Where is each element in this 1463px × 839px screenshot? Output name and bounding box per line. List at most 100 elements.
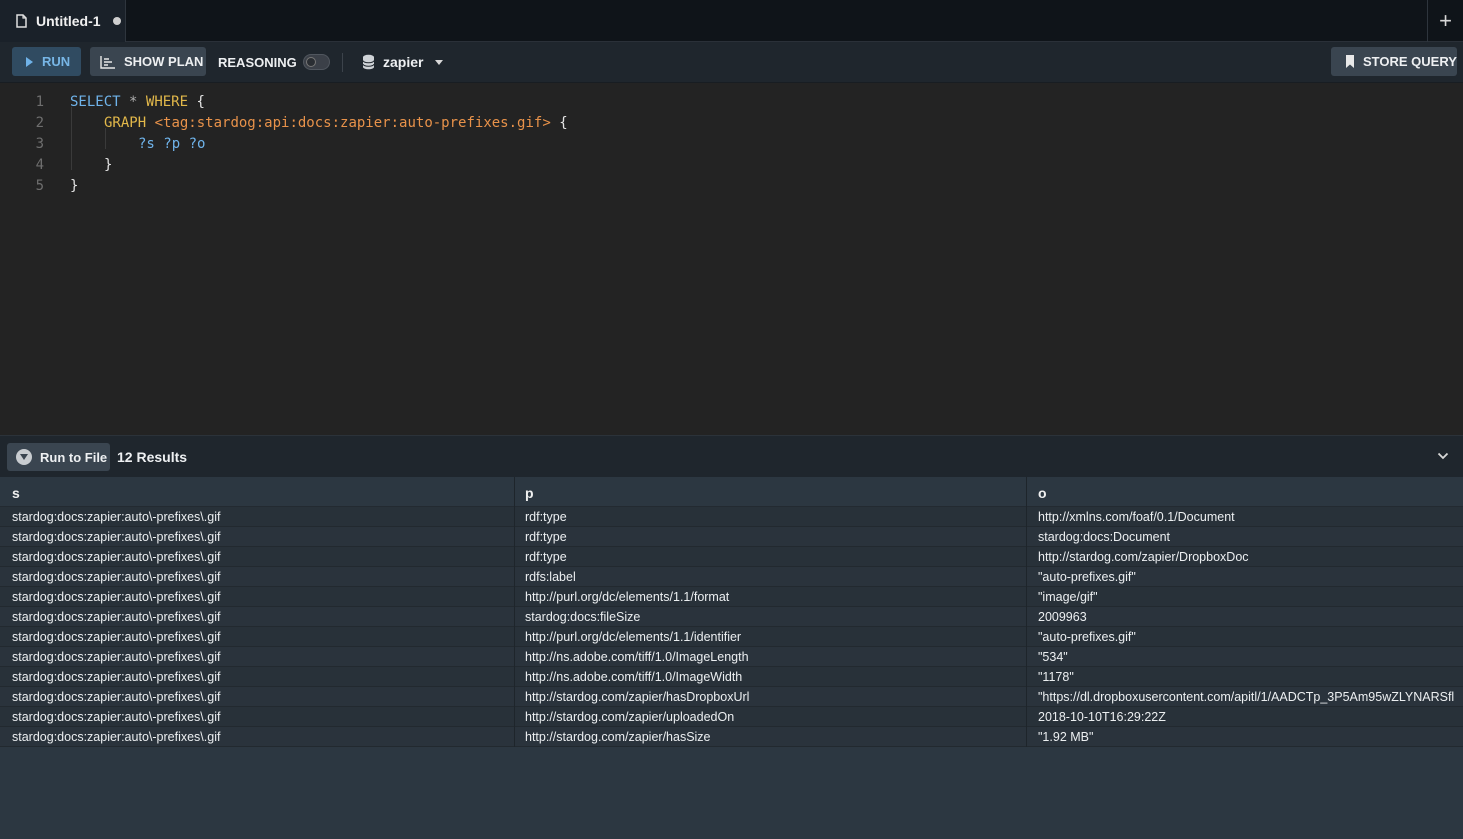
editor-line: 4 } <box>0 154 1463 175</box>
run-to-file-button[interactable]: Run to File <box>7 443 110 471</box>
column-header-s[interactable]: s <box>12 485 20 501</box>
table-cell: stardog:docs:fileSize <box>525 610 641 624</box>
editor-line: 2 GRAPH <tag:stardog:api:docs:zapier:aut… <box>0 112 1463 133</box>
table-cell: "auto-prefixes.gif" <box>1038 630 1136 644</box>
table-row[interactable]: stardog:docs:zapier:auto\-prefixes\.gif h… <box>0 687 1463 707</box>
table-cell: stardog:docs:zapier:auto\-prefixes\.gif <box>12 570 221 584</box>
table-row[interactable]: stardog:docs:zapier:auto\-prefixes\.gif r… <box>0 527 1463 547</box>
run-label: RUN <box>42 54 71 69</box>
editor-line: 3 ?s ?p ?o <box>0 133 1463 154</box>
table-cell: stardog:docs:Document <box>1038 530 1171 544</box>
table-cell: http://purl.org/dc/elements/1.1/format <box>525 590 730 604</box>
table-row[interactable]: stardog:docs:zapier:auto\-prefixes\.gif r… <box>0 567 1463 587</box>
unsaved-dot-icon <box>112 17 121 25</box>
chevron-down-icon[interactable] <box>1437 450 1449 462</box>
table-cell: "534" <box>1038 650 1068 664</box>
table-cell: stardog:docs:zapier:auto\-prefixes\.gif <box>12 630 221 644</box>
graph-iri: <tag:stardog:api:docs:zapier:auto-prefix… <box>154 115 551 131</box>
download-icon <box>16 449 32 465</box>
close-brace: } <box>70 178 79 194</box>
bookmark-icon <box>1346 55 1354 68</box>
database-icon <box>362 54 375 70</box>
reasoning-label: REASONING <box>218 55 297 70</box>
keyword-where: WHERE <box>145 94 189 110</box>
chevron-down-icon <box>435 59 444 65</box>
table-row[interactable]: stardog:docs:zapier:auto\-prefixes\.gif h… <box>0 587 1463 607</box>
table-cell: rdfs:label <box>525 570 576 584</box>
table-cell: "image/gif" <box>1038 590 1098 604</box>
database-select[interactable]: zapier <box>362 51 444 73</box>
table-row[interactable]: stardog:docs:zapier:auto\-prefixes\.gif h… <box>0 667 1463 687</box>
table-cell: stardog:docs:zapier:auto\-prefixes\.gif <box>12 710 221 724</box>
table-cell: stardog:docs:zapier:auto\-prefixes\.gif <box>12 590 221 604</box>
table-row[interactable]: stardog:docs:zapier:auto\-prefixes\.gif r… <box>0 547 1463 567</box>
results-count: 12 Results <box>117 449 188 465</box>
table-cell: http://stardog.com/zapier/hasDropboxUrl <box>525 690 750 704</box>
table-row[interactable]: stardog:docs:zapier:auto\-prefixes\.gif r… <box>0 507 1463 527</box>
table-cell: "1178" <box>1038 670 1074 684</box>
open-brace: { <box>559 115 568 131</box>
query-variables: ?s ?p ?o <box>138 136 206 152</box>
open-brace: { <box>196 94 205 110</box>
plan-icon <box>100 55 115 69</box>
table-cell: http://ns.adobe.com/tiff/1.0/ImageLength <box>525 650 749 664</box>
table-cell: rdf:type <box>525 550 567 564</box>
line-number: 4 <box>35 157 44 173</box>
show-plan-label: SHOW PLAN <box>124 54 204 69</box>
store-query-label: STORE QUERY <box>1363 54 1457 69</box>
table-header: s p o <box>0 477 1463 507</box>
run-button[interactable]: RUN <box>12 47 81 76</box>
reasoning-toggle[interactable] <box>303 54 330 70</box>
code-text: SELECT * WHERE { <box>70 94 205 110</box>
table-cell: rdf:type <box>525 510 567 524</box>
close-brace: } <box>104 157 113 173</box>
query-editor[interactable]: 1 SELECT * WHERE { 2 GRAPH <tag:stardog:… <box>0 83 1463 435</box>
keyword-graph: GRAPH <box>104 115 147 131</box>
column-header-o[interactable]: o <box>1038 485 1047 501</box>
line-number: 1 <box>35 94 44 110</box>
table-cell: stardog:docs:zapier:auto\-prefixes\.gif <box>12 650 221 664</box>
play-icon <box>26 56 33 67</box>
column-divider <box>514 477 515 747</box>
keyword-select: SELECT <box>70 94 121 110</box>
table-cell: stardog:docs:zapier:auto\-prefixes\.gif <box>12 730 221 744</box>
column-header-p[interactable]: p <box>525 485 534 501</box>
store-query-button[interactable]: STORE QUERY <box>1331 47 1457 76</box>
table-cell: "https://dl.dropboxusercontent.com/apitl… <box>1038 690 1455 704</box>
table-cell: http://stardog.com/zapier/uploadedOn <box>525 710 735 724</box>
code-text: GRAPH <tag:stardog:api:docs:zapier:auto-… <box>104 115 568 131</box>
editor-line: 5 } <box>0 175 1463 196</box>
table-cell: "auto-prefixes.gif" <box>1038 570 1136 584</box>
table-cell: rdf:type <box>525 530 567 544</box>
table-row[interactable]: stardog:docs:zapier:auto\-prefixes\.gif h… <box>0 627 1463 647</box>
table-cell: http://stardog.com/zapier/hasSize <box>525 730 711 744</box>
results-table: s p o stardog:docs:zapier:auto\-prefixes… <box>0 477 1463 839</box>
table-cell: stardog:docs:zapier:auto\-prefixes\.gif <box>12 510 221 524</box>
table-cell: stardog:docs:zapier:auto\-prefixes\.gif <box>12 550 221 564</box>
toolbar-divider <box>342 53 343 72</box>
table-cell: http://purl.org/dc/elements/1.1/identifi… <box>525 630 742 644</box>
table-row[interactable]: stardog:docs:zapier:auto\-prefixes\.gif h… <box>0 707 1463 727</box>
line-number: 5 <box>35 178 44 194</box>
table-cell: stardog:docs:zapier:auto\-prefixes\.gif <box>12 610 221 624</box>
star-operator: * <box>129 94 138 110</box>
new-tab-button[interactable]: + <box>1427 0 1463 42</box>
results-header: Run to File 12 Results <box>0 435 1463 477</box>
line-number: 3 <box>35 136 44 152</box>
table-row[interactable]: stardog:docs:zapier:auto\-prefixes\.gif s… <box>0 607 1463 627</box>
editor-line: 1 SELECT * WHERE { <box>0 91 1463 112</box>
table-row[interactable]: stardog:docs:zapier:auto\-prefixes\.gif h… <box>0 647 1463 667</box>
table-cell: http://ns.adobe.com/tiff/1.0/ImageWidth <box>525 670 743 684</box>
table-cell: stardog:docs:zapier:auto\-prefixes\.gif <box>12 530 221 544</box>
database-name: zapier <box>383 54 424 70</box>
table-cell: stardog:docs:zapier:auto\-prefixes\.gif <box>12 690 221 704</box>
tab-bar: Untitled-1 + <box>0 0 1463 42</box>
table-cell: http://xmlns.com/foaf/0.1/Document <box>1038 510 1235 524</box>
line-number: 2 <box>35 115 44 131</box>
table-cell: http://stardog.com/zapier/DropboxDoc <box>1038 550 1249 564</box>
table-row[interactable]: stardog:docs:zapier:auto\-prefixes\.gif h… <box>0 727 1463 747</box>
tab-title: Untitled-1 <box>36 13 101 29</box>
show-plan-button[interactable]: SHOW PLAN <box>90 47 206 76</box>
tab-untitled-1[interactable]: Untitled-1 <box>0 0 126 42</box>
column-divider <box>1026 477 1027 747</box>
